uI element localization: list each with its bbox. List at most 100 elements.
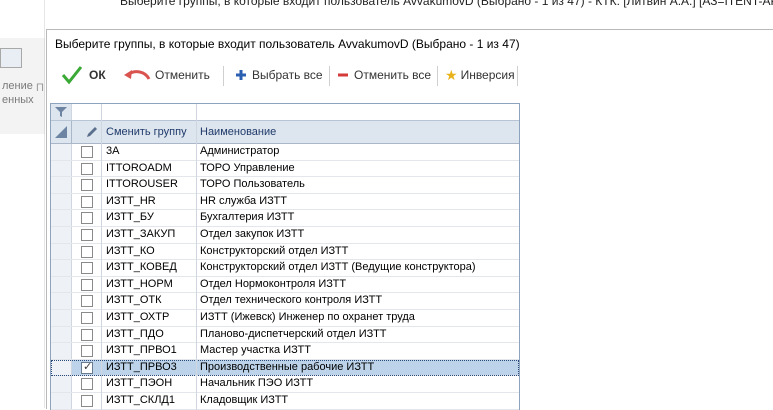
table-row[interactable]: ИЗТТ_НОРМ Отдел Нормоконтроля ИЗТТ: [51, 277, 519, 294]
filter-row[interactable]: [51, 104, 519, 121]
group-code-cell: ITTOROUSER: [106, 178, 178, 190]
group-code-cell: 3A: [106, 145, 119, 157]
row-indicator[interactable]: [51, 194, 72, 210]
group-name-cell: Начальник ПЭО ИЗТТ: [200, 377, 313, 389]
row-checkbox[interactable]: [81, 295, 93, 307]
cancel-button[interactable]: Отменить: [123, 60, 210, 90]
toolbar-separator: [517, 66, 518, 86]
row-indicator[interactable]: [51, 227, 72, 243]
deselect-all-button[interactable]: Отменить все: [337, 60, 431, 90]
row-indicator[interactable]: [51, 393, 72, 409]
header-change-group[interactable]: Сменить группу: [106, 126, 187, 138]
corner-triangle-icon: [54, 125, 68, 139]
row-indicator[interactable]: [51, 343, 72, 359]
group-code-cell: ИЗТТ_ПРВО1: [106, 344, 177, 356]
row-indicator[interactable]: [51, 376, 72, 392]
row-checkbox[interactable]: [81, 262, 93, 274]
group-name-cell: Планово-диспетчерский отдел ИЗТТ: [200, 328, 387, 340]
group-code-cell: ИЗТТ_СКЛД1: [106, 394, 175, 406]
row-indicator[interactable]: [51, 327, 72, 343]
group-name-cell: Отдел Нормоконтроля ИЗТТ: [200, 278, 346, 290]
table-row[interactable]: ИЗТТ_ПДОПланово-диспетчерский отдел ИЗТТ: [51, 327, 519, 344]
group-name-cell: ТОРО Управление: [200, 162, 295, 174]
table-row[interactable]: ИЗТТ_БУ Бухгалтерия ИЗТТ: [51, 210, 519, 227]
group-code-cell: ИЗТТ_БУ: [106, 211, 154, 223]
ok-button[interactable]: ОК: [61, 60, 106, 90]
table-row[interactable]: ИЗТТ_ПЭОН Начальник ПЭО ИЗТТ: [51, 376, 519, 393]
groups-grid: Сменить группу Наименование 3A Администра…: [50, 103, 520, 410]
group-name-cell: Бухгалтерия ИЗТТ: [200, 211, 294, 223]
row-checkbox[interactable]: [81, 329, 93, 341]
row-indicator[interactable]: [51, 210, 72, 226]
row-indicator[interactable]: [51, 260, 72, 276]
toolbar-separator: [437, 66, 438, 86]
table-row[interactable]: ITTOROADM ТОРО Управление: [51, 161, 519, 178]
row-checkbox[interactable]: [81, 179, 93, 191]
toolbar-separator: [223, 66, 224, 86]
row-indicator[interactable]: [51, 310, 72, 326]
row-checkbox[interactable]: [81, 312, 93, 324]
row-checkbox[interactable]: [81, 212, 93, 224]
row-indicator[interactable]: [51, 161, 72, 177]
grid-rows: 3AАдминистраторITTOROADMТОРО УправлениеI…: [51, 144, 519, 410]
table-row[interactable]: ИЗТТ_КОВЕД Конструкторский отдел ИЗТТ (Ве…: [51, 260, 519, 277]
undo-arrow-icon: [123, 67, 151, 83]
minus-icon: [337, 69, 349, 81]
table-row[interactable]: ИЗТТ_СКЛД1 Кладовщик ИЗТТ: [51, 393, 519, 410]
document-icon[interactable]: [0, 48, 22, 68]
star-icon: ★: [445, 67, 458, 84]
group-name-cell: Администратор: [200, 145, 279, 157]
group-name-cell: Конструкторский отдел ИЗТТ (Ведущие конс…: [200, 261, 476, 273]
select-all-button[interactable]: Выбрать все: [235, 60, 323, 90]
toolbar-separator: [329, 66, 330, 86]
group-code-cell: ITTOROADM: [106, 162, 172, 174]
row-checkbox[interactable]: [81, 196, 93, 208]
group-name-cell: Кладовщик ИЗТТ: [200, 394, 288, 406]
table-row[interactable]: ИЗТТ_ПРВО1 Мастер участка ИЗТТ: [51, 343, 519, 360]
row-checkbox[interactable]: [81, 395, 93, 407]
background-window-title: Выберите группы, в которые входит пользо…: [120, 0, 773, 8]
invert-label: Инверсия: [461, 68, 515, 82]
table-row[interactable]: ✓ИЗТТ_ПРВО3Производственные рабочие ИЗТТ: [51, 360, 519, 377]
row-checkbox[interactable]: [81, 378, 93, 390]
row-checkbox[interactable]: [81, 345, 93, 357]
row-checkbox[interactable]: [81, 279, 93, 291]
filter-icon: [54, 106, 68, 118]
group-code-cell: ИЗТТ_ЗАКУП: [106, 228, 175, 240]
row-indicator[interactable]: [51, 293, 72, 309]
table-row[interactable]: ИЗТТ_ОТКОтдел технического контроля ИЗТТ: [51, 293, 519, 310]
row-indicator[interactable]: [51, 244, 72, 260]
table-row[interactable]: 3A Администратор: [51, 144, 519, 161]
select-groups-dialog: Выберите группы, в которые входит пользо…: [46, 29, 773, 409]
table-row[interactable]: ITTOROUSER ТОРО Пользователь: [51, 177, 519, 194]
row-indicator[interactable]: [51, 144, 72, 160]
row-checkbox[interactable]: [81, 146, 93, 158]
table-row[interactable]: ИЗТТ_КОКонструкторский отдел ИЗТТ: [51, 244, 519, 261]
group-code-cell: ИЗТТ_КОВЕД: [106, 261, 177, 273]
group-name-cell: Отдел закупок ИЗТТ: [200, 228, 304, 240]
row-checkbox[interactable]: [81, 246, 93, 258]
row-checkbox[interactable]: [81, 229, 93, 241]
row-checkbox[interactable]: [81, 163, 93, 175]
checkmark-icon: [61, 65, 83, 85]
table-row[interactable]: ИЗТТ_ЗАКУП Отдел закупок ИЗТТ: [51, 227, 519, 244]
select-all-label: Выбрать все: [252, 68, 323, 82]
table-row[interactable]: ИЗТТ_ОХТРИЗТТ (Ижевск) Инженер по охране…: [51, 310, 519, 327]
toolbar: ОК Отменить Выбрать все Отменить все ★ И…: [47, 60, 567, 90]
background-label: енных: [2, 94, 34, 106]
row-indicator[interactable]: [51, 277, 72, 293]
column-divider: [196, 104, 197, 410]
header-name[interactable]: Наименование: [200, 126, 276, 138]
group-code-cell: ИЗТТ_НОРМ: [106, 278, 173, 290]
pencil-icon: [85, 125, 99, 139]
invert-button[interactable]: ★ Инверсия: [445, 60, 515, 90]
table-row[interactable]: ИЗТТ_HRHR служба ИЗТТ: [51, 194, 519, 211]
row-indicator[interactable]: [51, 177, 72, 193]
group-name-cell: Мастер участка ИЗТТ: [200, 344, 311, 356]
cancel-label: Отменить: [155, 68, 210, 82]
group-code-cell: ИЗТТ_ПЭОН: [106, 377, 172, 389]
filter-cell[interactable]: [51, 104, 72, 120]
group-name-cell: ТОРО Пользователь: [200, 178, 305, 190]
dialog-title: Выберите группы, в которые входит пользо…: [55, 37, 520, 51]
group-name-cell: ИЗТТ (Ижевск) Инженер по охранет труда: [200, 311, 415, 323]
